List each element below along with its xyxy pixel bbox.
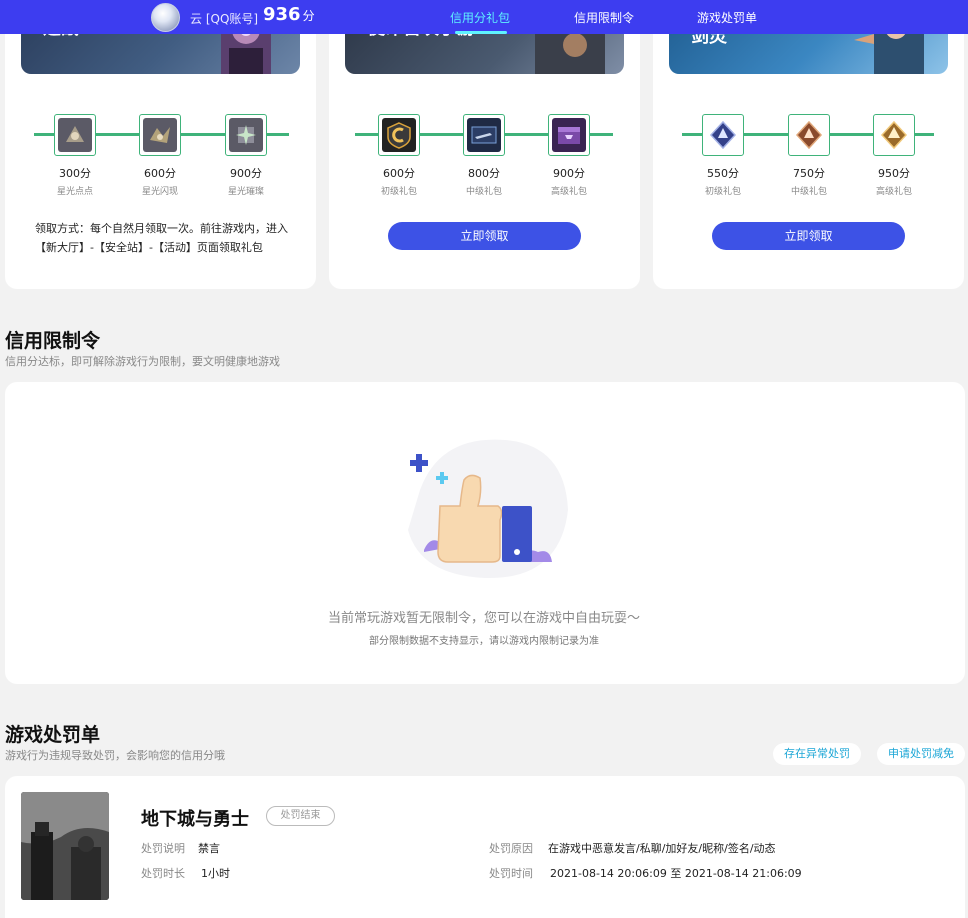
- gift-points: 300分: [59, 167, 91, 180]
- section-title-restriction: 信用限制令: [5, 330, 101, 352]
- gift-name: 中级礼包: [790, 187, 827, 197]
- gift-points: 900分: [230, 167, 262, 180]
- bronze-crest-icon: [792, 118, 826, 152]
- gift-points: 950分: [878, 167, 910, 180]
- gift-name: 初级礼包: [380, 187, 417, 197]
- shield-c-icon: [382, 118, 416, 152]
- tab-game-penalty[interactable]: 游戏处罚单: [697, 9, 757, 26]
- user-name: 云 [QQ账号]: [190, 12, 259, 26]
- empty-state-text: 当前常玩游戏暂无限制令，您可以在游戏中自由玩耍～: [327, 611, 640, 626]
- penalty-time-label: 处罚时间: [489, 867, 533, 880]
- section-desc-penalty: 游戏行为违规导致处罚，会影响您的信用分哦: [5, 749, 225, 762]
- blue-crest-icon: [706, 118, 740, 152]
- game-title: 地下城与勇士: [141, 809, 249, 830]
- gift-item[interactable]: [788, 114, 830, 156]
- star-badge-icon: [143, 118, 177, 152]
- weapon-card-icon: [467, 118, 501, 152]
- penalty-reason-label: 处罚原因: [489, 842, 533, 855]
- penalty-duration-value: 1小时: [201, 867, 230, 880]
- active-tab-indicator: [455, 31, 507, 34]
- game-cover-image: [21, 792, 109, 900]
- gift-points: 550分: [707, 167, 739, 180]
- tab-credit-gift[interactable]: 信用分礼包: [450, 9, 510, 26]
- penalty-duration-label: 处罚时长: [141, 867, 185, 880]
- gift-item[interactable]: [463, 114, 505, 156]
- gold-crest-icon: [877, 118, 911, 152]
- gift-item[interactable]: [702, 114, 744, 156]
- gift-name: 星光闪现: [141, 187, 178, 197]
- credit-score: 936 分: [263, 4, 315, 25]
- gift-points: 750分: [793, 167, 825, 180]
- section-desc-restriction: 信用分达标，即可解除游戏行为限制，要文明健康地游戏: [5, 355, 280, 368]
- penalty-reason-value: 在游戏中恶意发言/私聊/加好友/昵称/签名/动态: [548, 842, 776, 855]
- gift-item[interactable]: [54, 114, 96, 156]
- gift-name: 星光点点: [56, 187, 93, 197]
- gift-item[interactable]: [139, 114, 181, 156]
- gift-item[interactable]: [225, 114, 267, 156]
- gift-crate-icon: [552, 118, 586, 152]
- apply-reduction-button[interactable]: 申请处罚减免: [877, 743, 965, 765]
- gift-name: 中级礼包: [465, 187, 502, 197]
- claim-button[interactable]: 立即领取: [712, 222, 905, 250]
- gift-name: 星光璀璨: [227, 187, 264, 197]
- gift-name: 高级礼包: [550, 187, 587, 197]
- gift-points: 900分: [553, 167, 585, 180]
- gift-points: 600分: [383, 167, 415, 180]
- top-nav-bar: 云 [QQ账号] 936 分 信用分礼包 信用限制令 游戏处罚单: [0, 0, 968, 34]
- star-badge-icon: [58, 118, 92, 152]
- gift-points: 800分: [468, 167, 500, 180]
- penalty-desc-value: 禁言: [198, 842, 220, 855]
- gift-item[interactable]: [548, 114, 590, 156]
- penalty-desc-label: 处罚说明: [141, 842, 185, 855]
- status-badge: 处罚结束: [266, 806, 335, 826]
- penalty-time-value: 2021-08-14 20:06:09 至 2021-08-14 21:06:0…: [550, 867, 802, 880]
- claim-instructions: 领取方式：每个自然月领取一次。前往游戏内，进入【新大厅】-【安全站】-【活动】页…: [35, 222, 288, 254]
- star-badge-icon: [229, 118, 263, 152]
- gift-name: 初级礼包: [704, 187, 741, 197]
- thumbs-up-icon: [408, 439, 568, 579]
- avatar[interactable]: [151, 3, 180, 32]
- gift-item[interactable]: [378, 114, 420, 156]
- tab-credit-restriction[interactable]: 信用限制令: [574, 9, 634, 26]
- gift-points: 600分: [144, 167, 176, 180]
- gift-item[interactable]: [873, 114, 915, 156]
- empty-state-subtext: 部分限制数据不支持显示，请以游戏内限制记录为准: [369, 636, 599, 647]
- abnormal-penalty-button[interactable]: 存在异常处罚: [773, 743, 861, 765]
- section-title-penalty: 游戏处罚单: [5, 724, 101, 746]
- claim-button[interactable]: 立即领取: [388, 222, 581, 250]
- gift-name: 高级礼包: [875, 187, 912, 197]
